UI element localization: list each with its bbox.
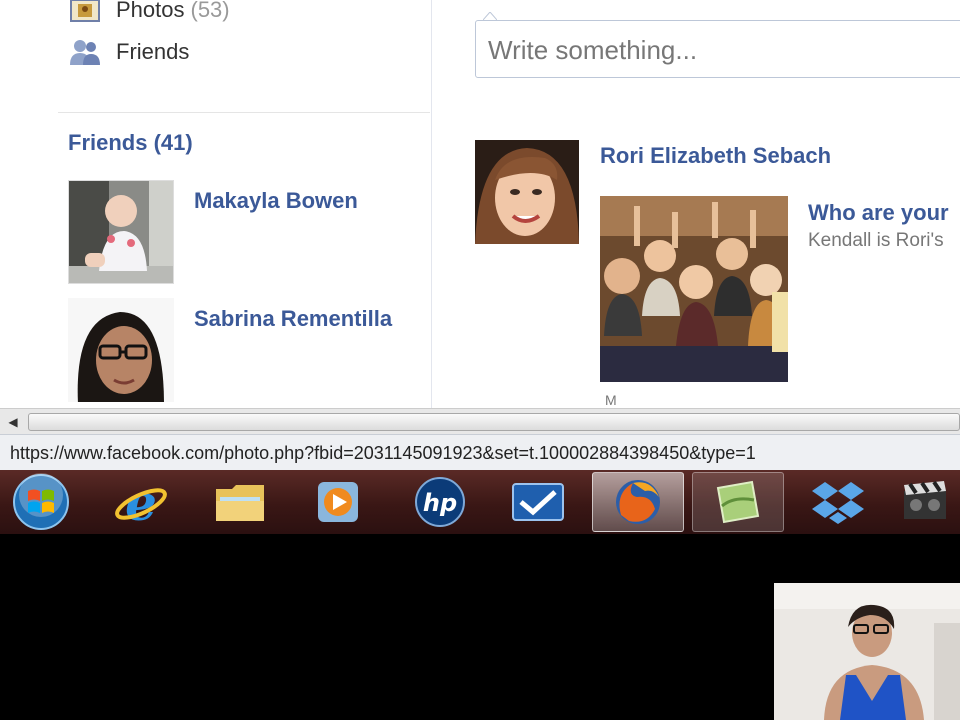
friends-heading[interactable]: Friends (41) — [68, 130, 193, 156]
friend-avatar[interactable] — [68, 180, 174, 284]
nav-photos-count: (53) — [190, 0, 230, 22]
video-editor-icon[interactable] — [890, 472, 960, 532]
friend-item[interactable]: Sabrina Rementilla — [68, 298, 428, 404]
hp-icon[interactable]: hp — [394, 472, 486, 532]
post-photo[interactable] — [600, 196, 788, 382]
nav-item-friends[interactable]: Friends — [68, 36, 189, 68]
browser-content: Photos (53) Friends Friends (41) Makayla… — [0, 0, 960, 408]
nav-item-photos[interactable]: Photos (53) — [68, 0, 230, 26]
file-explorer-icon[interactable] — [194, 472, 286, 532]
post-author-avatar[interactable] — [475, 140, 579, 244]
svg-text:hp: hp — [423, 489, 457, 517]
friend-name[interactable]: Sabrina Rementilla — [194, 306, 392, 332]
status-bar-url: https://www.facebook.com/photo.php?fbid=… — [0, 434, 960, 470]
scroll-left-arrow-icon[interactable]: ◀ — [0, 409, 26, 435]
dropbox-icon[interactable] — [792, 472, 884, 532]
nav-photos-label: Photos — [116, 0, 185, 22]
post-subtext: Kendall is Rori's — [808, 230, 944, 251]
friend-item[interactable]: Makayla Bowen — [68, 180, 428, 286]
post-more-text: M — [605, 392, 617, 408]
main-feed: Write something... Rori Elizabeth Sebach — [433, 0, 960, 408]
scrollbar-thumb[interactable] — [28, 413, 960, 431]
composer-tip-icon — [483, 12, 497, 20]
post-author-name[interactable]: Rori Elizabeth Sebach — [600, 143, 831, 169]
left-sidebar: Photos (53) Friends Friends (41) Makayla… — [0, 0, 432, 408]
checkmark-app-icon[interactable] — [492, 472, 584, 532]
friends-icon — [68, 38, 102, 66]
webcam-overlay — [774, 583, 960, 720]
nav-friends-label: Friends — [116, 39, 190, 64]
sidebar-divider — [58, 112, 430, 113]
photos-icon — [68, 0, 102, 24]
horizontal-scrollbar[interactable]: ◀ — [0, 408, 960, 434]
friend-name[interactable]: Makayla Bowen — [194, 188, 358, 214]
windows-start-icon[interactable] — [10, 473, 72, 531]
post-question-link[interactable]: Who are your — [808, 200, 949, 226]
internet-explorer-icon[interactable]: e — [95, 472, 187, 532]
media-player-icon[interactable] — [292, 472, 384, 532]
friend-avatar[interactable] — [68, 298, 174, 402]
write-something-input[interactable]: Write something... — [475, 20, 960, 78]
green-app-icon[interactable] — [692, 472, 784, 532]
taskbar: e hp — [0, 470, 960, 534]
firefox-icon[interactable] — [592, 472, 684, 532]
